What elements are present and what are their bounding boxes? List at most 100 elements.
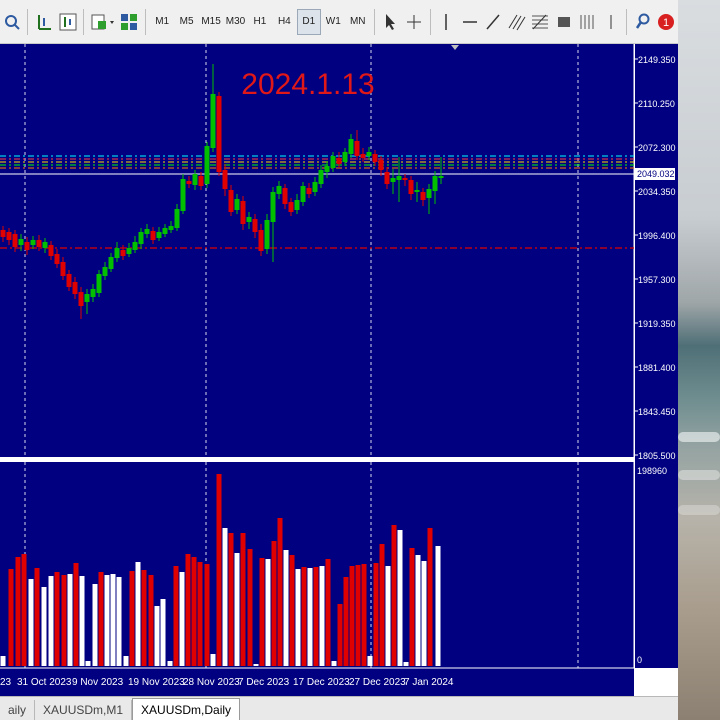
toolbar-separator [27,8,29,35]
text-label-icon[interactable] [599,9,622,35]
price-scale-label: 2072.300 [638,143,676,153]
volume-bar [234,553,240,666]
volume-bar [253,664,259,666]
price-chart-window[interactable]: 2149.350 2110.250 2072.300 2034.350 1996.400… [0,44,678,696]
price-scale-label: 1843.450 [638,407,676,417]
volume-bar [247,549,253,666]
timeframe-m5-button[interactable]: M5 [175,9,198,35]
price-scale-label: 2110.250 [638,99,675,109]
candle-bear [66,274,72,287]
volume-bar [222,528,228,666]
candle-bull [432,176,438,191]
volume-bar [167,661,173,666]
candle-bull [192,174,198,185]
price-scale-label: 2149.350 [638,55,676,65]
volume-bar [435,546,441,666]
volume-bar [73,563,79,666]
time-scale-label: 27 Dec 2023 [349,677,406,688]
volume-bar [135,562,141,666]
candle-bull [90,289,96,297]
volume-bar [116,577,122,666]
candle-bear [36,240,42,247]
trendline-icon[interactable] [482,9,505,35]
candle-bear [216,96,222,172]
volume-bar [295,569,301,666]
notification-badge-icon[interactable]: 1 [655,9,678,35]
candle-bear [198,176,204,186]
candle-bear [408,180,414,194]
candle-bull [204,146,210,184]
candle-bull [426,189,432,198]
volume-bar [141,570,147,666]
shapes-icon[interactable] [552,9,575,35]
timeframe-d1-button[interactable]: D1 [297,8,321,35]
timeframe-h1-button[interactable]: H1 [248,9,271,35]
templates-icon[interactable] [118,9,141,35]
candle-bull [414,190,420,192]
candle-bull [318,170,324,184]
volume-bar [61,575,67,666]
volume-scale-top: 198960 [637,466,667,476]
toolbar: M1 M5 M15 M30 H1 H4 D1 W1 MN 1 [0,0,678,44]
volume-bar [240,533,246,666]
time-scale-label: 31 Oct 2023 [17,677,72,688]
price-scale-panel [635,44,678,668]
current-price-label: 2049.032 [637,169,675,179]
volume-bar [379,544,385,666]
candle-bear [228,190,234,212]
chart-tabs-bar: aily XAUUSDm,M1 XAUUSDm,Daily [0,696,678,720]
volume-bar [313,567,319,666]
chart-shift-icon[interactable] [32,9,55,35]
volume-bar [271,541,277,666]
zoom-out-icon[interactable] [0,9,23,35]
timeframe-m1-button[interactable]: M1 [150,9,173,35]
tab-daily-partial[interactable]: aily [0,700,36,720]
equidistant-channel-icon[interactable] [505,9,528,35]
candle-bear [384,172,390,184]
volume-bar [289,555,295,666]
volume-bar [409,548,415,666]
candle-bull [246,217,252,222]
volume-bar [67,574,73,666]
candle-bull [18,239,24,245]
candle-bear [252,219,258,232]
timeframe-mn-button[interactable]: MN [346,9,369,35]
fibonacci-fan-icon[interactable] [575,9,598,35]
cursor-icon[interactable] [379,9,402,35]
fibonacci-icon[interactable] [529,9,552,35]
autoscroll-icon[interactable] [56,9,79,35]
crosshair-icon[interactable] [402,9,425,35]
volume-bar [349,566,355,666]
indicators-icon[interactable] [88,9,117,35]
timeframe-w1-button[interactable]: W1 [322,9,345,35]
horizontal-line-icon[interactable] [458,9,481,35]
volume-bar [277,518,283,666]
volume-bar [79,576,85,666]
vertical-line-icon[interactable] [435,9,458,35]
price-scale-label: 1805.500 [638,451,676,461]
candle-bear [12,234,18,247]
candle-bull [84,294,90,302]
volume-bar [41,587,47,666]
candle-bear [78,292,84,306]
volume-bar [373,563,379,666]
volume-bar [110,574,116,666]
tab-xauusdm-daily[interactable]: XAUUSDm,Daily [132,698,241,720]
volume-bar [197,562,203,666]
search-icon[interactable] [631,9,654,35]
candle-bull [30,240,36,245]
svg-text:1: 1 [663,17,669,29]
price-chart[interactable]: 2149.350 2110.250 2072.300 2034.350 1996.400… [0,44,678,696]
candle-bear [360,154,366,158]
tab-xauusdm-m1[interactable]: XAUUSDm,M1 [35,700,133,720]
volume-bar [216,474,222,666]
candle-bear [150,231,156,240]
candle-bull [108,257,114,269]
timeframe-m15-button[interactable]: M15 [199,9,222,35]
candle-bear [222,170,228,189]
candle-bull [234,199,240,210]
volume-bar [204,564,210,666]
candle-bull [312,182,318,192]
timeframe-h4-button[interactable]: H4 [273,9,296,35]
timeframe-m30-button[interactable]: M30 [224,9,247,35]
